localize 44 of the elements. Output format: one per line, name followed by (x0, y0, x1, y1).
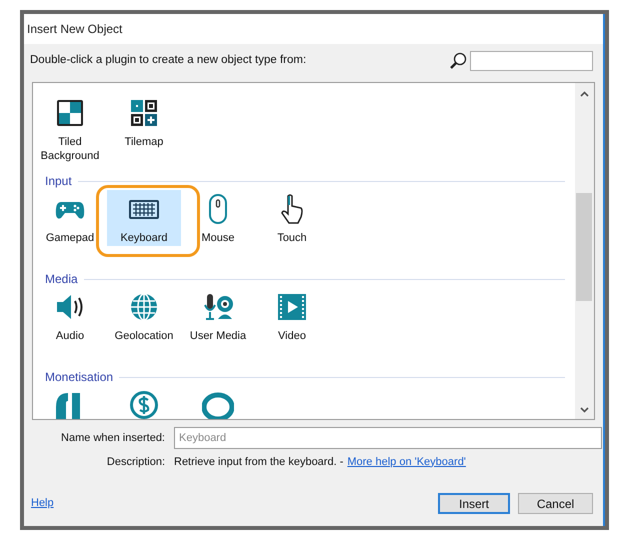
dialog-button[interactable]: Insert (438, 493, 510, 514)
group-heading: Media (45, 271, 78, 288)
group-heading: Monetisation (45, 369, 114, 386)
tiles-icon (54, 97, 86, 129)
scroll-up-icon[interactable] (580, 91, 589, 97)
plugin-label: Video (277, 329, 307, 343)
plugin-label: Touch (276, 231, 308, 245)
plugin-item[interactable]: Video (255, 288, 329, 344)
instruction-text: Double-click a plugin to create a new object type from: (30, 53, 306, 68)
search-field[interactable] (470, 51, 593, 71)
dialog-button[interactable]: Cancel (518, 493, 593, 514)
plugin-item[interactable]: Geolocation (107, 288, 181, 344)
help-link[interactable]: More help on 'Keyboard' (347, 454, 466, 470)
scroll-down-icon[interactable] (580, 407, 589, 413)
help-link[interactable]: Help (31, 495, 54, 512)
grid-icon (128, 97, 160, 129)
search-icon (449, 52, 467, 70)
field-label: Name when inserted: (60, 430, 166, 446)
window-title: Insert New Object (27, 21, 122, 38)
plugin-item[interactable]: Touch (255, 190, 329, 246)
plugin-label: Audio (54, 329, 86, 343)
description-text: Retrieve input from the keyboard. - (174, 454, 344, 470)
plugin-item[interactable]: Mouse (181, 190, 255, 246)
plugin-item[interactable]: Keyboard (107, 190, 181, 246)
globe-icon (128, 291, 160, 323)
plugin-item[interactable]: User Media (181, 288, 255, 344)
film-play-icon (276, 291, 308, 323)
plugin-item[interactable]: Audio (33, 288, 107, 344)
plugin-label: Gamepad (44, 231, 96, 245)
plugin-item[interactable]: Gamepad (33, 190, 107, 246)
plugin-label: Tiled Background (40, 135, 100, 163)
plugin-label: Keyboard (119, 231, 169, 245)
plugin-label: User Media (188, 329, 248, 343)
name-input-field[interactable]: Keyboard (174, 427, 602, 449)
description-label: Description: (106, 454, 166, 470)
scrollbar[interactable] (575, 83, 594, 419)
microphone-webcam-icon (202, 291, 234, 323)
plugin-label: Mouse (200, 231, 236, 245)
plugin-label: Tilemap (124, 135, 164, 149)
group-heading: Input (45, 173, 72, 190)
scrollbar-thumb[interactable] (576, 193, 592, 301)
plugin-item[interactable]: Tiled Background (33, 94, 107, 163)
plugin-label: Geolocation (114, 329, 174, 343)
plugin-item[interactable]: Tilemap (107, 94, 181, 150)
